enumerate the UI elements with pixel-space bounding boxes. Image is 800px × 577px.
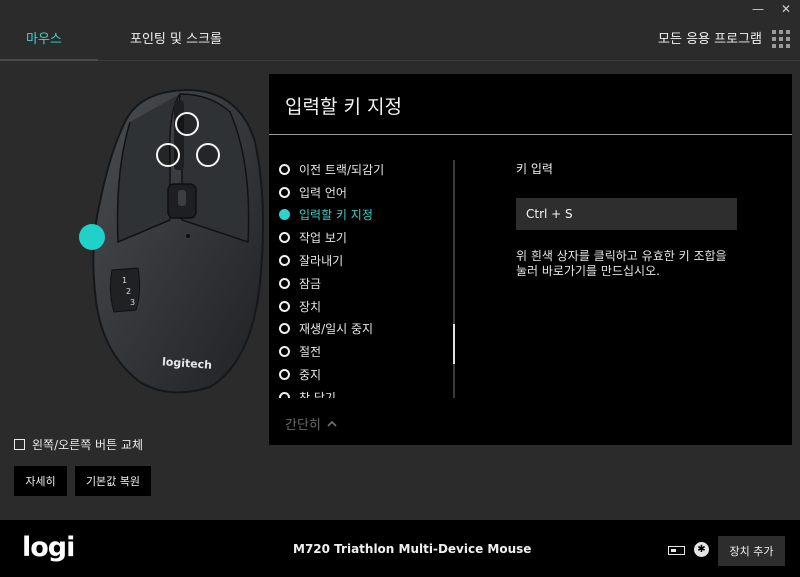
tab-mouse[interactable]: 마우스 — [26, 28, 62, 47]
action-list: 이전 트랙/되감기 입력 언어 입력할 키 지정 작업 보기 잘라내기 잠금 장… — [279, 158, 459, 398]
chevron-up-icon — [327, 420, 337, 427]
radio-icon — [279, 163, 290, 175]
battery-icon — [668, 546, 685, 555]
action-label: 창 닫기 — [299, 390, 336, 398]
header: 마우스 포인팅 및 스크롤 모든 응용 프로그램 — [0, 18, 800, 62]
device-name: M720 Triathlon Multi-Device Mouse — [293, 542, 532, 556]
list-item[interactable]: 작업 보기 — [279, 226, 459, 249]
swap-buttons-option[interactable]: 왼쪽/오른쪽 버튼 교체 — [14, 436, 143, 453]
list-item[interactable]: 이전 트랙/되감기 — [279, 158, 459, 181]
radio-selected-icon — [279, 209, 290, 221]
list-item[interactable]: 잘라내기 — [279, 249, 459, 272]
hotspot-tilt-right[interactable] — [196, 143, 220, 167]
thumb-button-2-label: 2 — [126, 287, 132, 296]
panel-divider — [269, 134, 792, 135]
add-device-button[interactable]: 장치 추가 — [718, 536, 785, 566]
hotspot-side-button[interactable] — [79, 224, 105, 250]
minimize-button[interactable]: — — [744, 0, 772, 18]
hotspot-tilt-left[interactable] — [156, 143, 180, 167]
list-item[interactable]: 절전 — [279, 340, 459, 363]
action-label: 작업 보기 — [299, 231, 347, 246]
tab-pointing-scroll[interactable]: 포인팅 및 스크롤 — [130, 28, 222, 47]
action-label: 입력 언어 — [299, 185, 347, 200]
radio-icon — [279, 186, 290, 198]
bluetooth-icon: ✱ — [694, 542, 709, 557]
key-help-text: 위 흰색 상자를 클릭하고 유효한 키 조합을 눌러 바로가기를 만드십시오. — [516, 249, 727, 278]
list-scrollbar-thumb[interactable] — [453, 324, 455, 364]
list-item[interactable]: 잠금 — [279, 272, 459, 295]
details-button[interactable]: 자세히 — [14, 466, 67, 496]
action-label: 중지 — [299, 368, 322, 383]
radio-icon — [279, 346, 290, 358]
action-label: 장치 — [299, 299, 322, 314]
swap-buttons-label: 왼쪽/오른쪽 버튼 교체 — [32, 438, 144, 452]
window-controls: — ✕ — [744, 0, 800, 18]
radio-icon — [279, 300, 290, 312]
radio-icon — [279, 277, 290, 289]
radio-icon — [279, 232, 290, 244]
list-item[interactable]: 입력할 키 지정 — [279, 204, 459, 227]
key-input-label: 키 입력 — [516, 162, 553, 176]
action-label: 재생/일시 중지 — [299, 322, 374, 337]
action-label: 이전 트랙/되감기 — [299, 162, 385, 177]
assignment-panel: 입력할 키 지정 이전 트랙/되감기 입력 언어 입력할 키 지정 작업 보기 … — [269, 74, 792, 445]
list-item[interactable]: 재생/일시 중지 — [279, 318, 459, 341]
panel-title: 입력할 키 지정 — [285, 96, 402, 118]
collapse-button[interactable]: 간단히 — [285, 414, 337, 433]
collapse-label: 간단히 — [285, 418, 321, 433]
action-label: 잘라내기 — [299, 254, 344, 269]
action-label: 잠금 — [299, 276, 322, 291]
restore-defaults-button[interactable]: 기본값 복원 — [75, 466, 151, 496]
close-button[interactable]: ✕ — [772, 0, 800, 18]
list-item[interactable]: 중지 — [279, 363, 459, 386]
swap-buttons-checkbox[interactable] — [14, 439, 25, 450]
hotspot-scroll-wheel[interactable] — [175, 112, 199, 136]
radio-icon — [279, 369, 290, 381]
list-item[interactable]: 입력 언어 — [279, 181, 459, 204]
radio-icon — [279, 255, 290, 267]
action-label: 절전 — [299, 345, 322, 360]
radio-icon — [279, 323, 290, 335]
radio-icon — [279, 391, 290, 398]
logi-logo: logi — [22, 532, 75, 563]
thumb-button-1-label: 1 — [122, 276, 128, 285]
action-label: 입력할 키 지정 — [299, 208, 373, 223]
key-combination-field[interactable]: Ctrl + S — [516, 198, 737, 230]
list-item[interactable]: 장치 — [279, 295, 459, 318]
footer: logi M720 Triathlon Multi-Device Mouse ✱… — [0, 520, 800, 577]
list-item[interactable]: 창 닫기 — [279, 386, 459, 398]
active-tab-underline — [0, 59, 98, 61]
app-grid-icon[interactable] — [772, 30, 790, 48]
header-divider — [98, 60, 800, 61]
all-apps-label[interactable]: 모든 응용 프로그램 — [658, 28, 762, 47]
thumb-button-3-label: 3 — [130, 298, 136, 307]
